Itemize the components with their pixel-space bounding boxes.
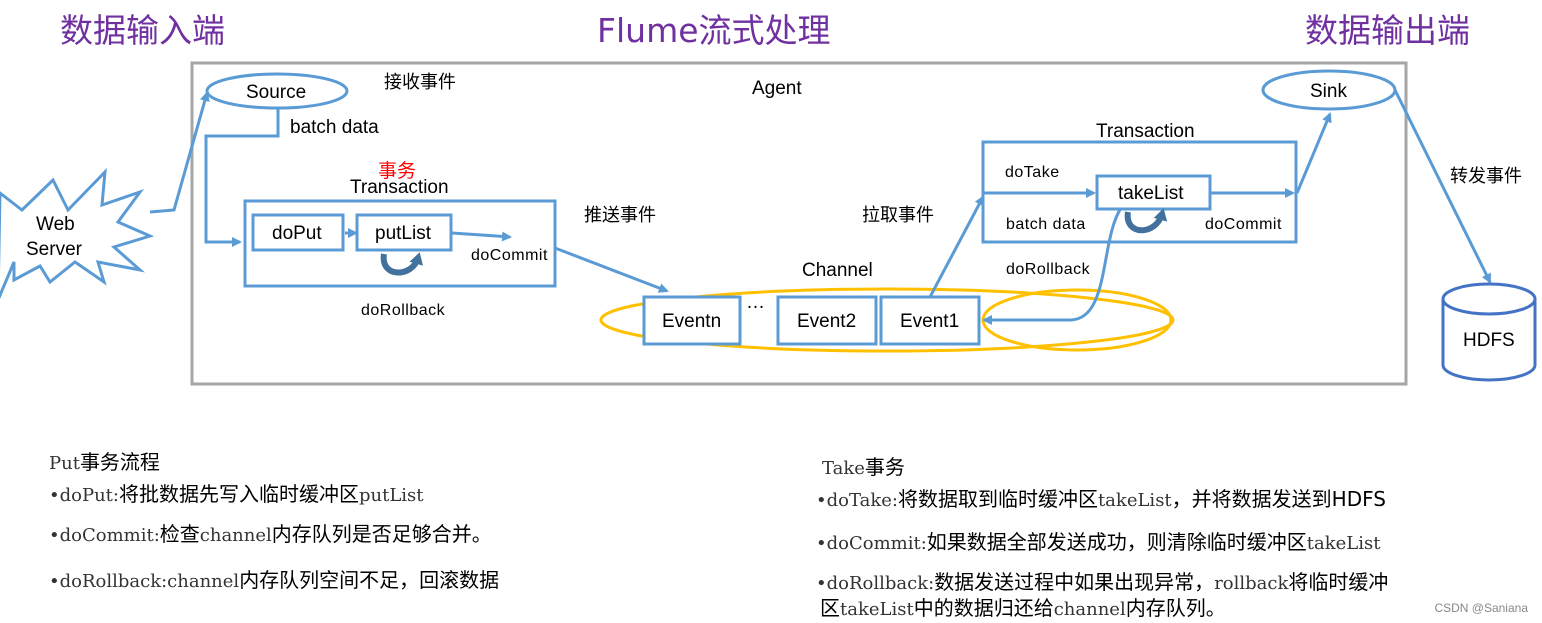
note-segment: 检查 <box>159 522 200 546</box>
putlist-commit-arrow <box>451 231 512 242</box>
note-segment: 事务流程 <box>79 450 160 474</box>
note-segment: •doCommit: <box>49 525 160 546</box>
events-ellipsis: … <box>746 292 765 313</box>
putlist-label: putList <box>375 223 432 244</box>
push-to-channel-arrow <box>554 246 669 293</box>
note-segment: rollback <box>1214 573 1289 594</box>
source-label: Source <box>246 82 306 103</box>
webserver-to-source-arrow <box>149 91 210 214</box>
note-segment: •doTake: <box>816 490 898 511</box>
pull-from-channel-arrow <box>928 195 985 298</box>
forward-events-label: 转发事件 <box>1450 166 1522 187</box>
putlist-loop-icon <box>380 252 423 276</box>
source-node: Source <box>205 72 349 110</box>
web-server-label-line1: Web <box>36 214 75 235</box>
note-segment: takeList <box>1306 533 1381 554</box>
note-segment: 将临时缓冲 <box>1288 570 1389 594</box>
take-docommit-label: doCommit <box>1205 216 1282 233</box>
take-note-dorollback-cont: 区takeList中的数据归还给channel内存队列。 <box>820 598 1226 619</box>
web-server-burst-icon <box>0 167 155 300</box>
note-segment: 中的数据归还给 <box>913 596 1054 620</box>
take-note-dorollback: •doRollback:数据发送过程中如果出现异常，rollback将临时缓冲 <box>816 572 1388 593</box>
hdfs-label: HDFS <box>1463 330 1515 351</box>
takelist-loop-icon <box>1124 208 1168 234</box>
input-side-title: 数据输入端 <box>60 11 225 50</box>
doput-label: doPut <box>272 223 322 244</box>
receive-events-label: 接收事件 <box>384 72 456 93</box>
put-transaction-title: Transaction <box>350 177 449 198</box>
watermark: CSDN @Saniana <box>1434 601 1528 615</box>
note-segment: Take <box>822 458 865 479</box>
note-segment: 将批数据先写入临时缓冲区 <box>118 482 359 506</box>
take-note-docommit: •doCommit:如果数据全部发送成功，则清除临时缓冲区takeList <box>816 532 1381 553</box>
hdfs-cylinder-top <box>1441 282 1537 316</box>
event-2-label: Event2 <box>797 311 856 332</box>
sink-label: Sink <box>1310 81 1347 102</box>
event-n-label: Eventn <box>662 311 721 332</box>
note-segment: takeList <box>1097 490 1172 511</box>
note-segment: •doPut: <box>49 485 119 506</box>
main-title: Flume流式处理 <box>597 11 831 50</box>
batch-data-label: batch data <box>290 117 379 138</box>
note-segment: Put <box>49 453 80 474</box>
pull-events-label: 拉取事件 <box>862 205 934 226</box>
event-1-label: Event1 <box>900 311 959 332</box>
note-segment: putList <box>358 485 424 506</box>
put-note-doput: •doPut:将批数据先写入临时缓冲区putList <box>49 484 424 505</box>
note-segment: •doCommit: <box>816 533 927 554</box>
take-dorollback-label: doRollback <box>1006 261 1091 278</box>
sink-node: Sink <box>1261 69 1397 111</box>
note-segment: takeList <box>840 599 914 620</box>
note-segment: 事务 <box>864 455 905 479</box>
commit-to-sink-arrow <box>1295 112 1332 194</box>
take-transaction: Transaction doTake takeList batch data d… <box>981 121 1298 278</box>
dotake-label: doTake <box>1005 164 1060 181</box>
take-transaction-title: Transaction <box>1096 121 1195 142</box>
note-segment: 区 <box>820 596 840 620</box>
note-segment: channel <box>199 525 272 546</box>
note-segment: 数据发送过程中如果出现异常， <box>934 570 1215 594</box>
put-dorollback-label: doRollback <box>361 302 446 319</box>
push-events-label: 推送事件 <box>584 205 656 226</box>
note-segment: •doRollback:channel <box>49 571 240 592</box>
put-transaction: 事务 Transaction doPut putList doCommit do… <box>243 160 557 319</box>
takelist-label: takeList <box>1118 183 1184 204</box>
take-notes-heading: Take事务 <box>822 457 905 478</box>
note-segment: 内存队列空间不足，回滚数据 <box>239 568 500 592</box>
put-notes-heading: Put事务流程 <box>49 452 160 473</box>
note-segment: 内存队列。 <box>1125 596 1226 620</box>
note-segment: 如果数据全部发送成功，则清除临时缓冲区 <box>926 530 1307 554</box>
hdfs-node: HDFS <box>1441 282 1537 382</box>
agent-label: Agent <box>752 78 802 99</box>
put-note-docommit: •doCommit:检查channel内存队列是否足够合并。 <box>49 524 492 545</box>
output-side-title: 数据输出端 <box>1305 11 1470 50</box>
note-segment: ，并将数据发送到HDFS <box>1171 487 1386 511</box>
note-segment: •doRollback: <box>816 573 935 594</box>
take-batch-data-label: batch data <box>1006 216 1086 233</box>
note-segment: channel <box>1053 599 1126 620</box>
take-note-dotake: •doTake:将数据取到临时缓冲区takeList，并将数据发送到HDFS <box>816 489 1386 510</box>
put-note-dorollback: •doRollback:channel内存队列空间不足，回滚数据 <box>49 570 499 591</box>
note-segment: 将数据取到临时缓冲区 <box>897 487 1098 511</box>
put-docommit-label: doCommit <box>471 247 548 264</box>
note-segment: 内存队列是否足够合并。 <box>271 522 492 546</box>
channel-label: Channel <box>802 260 873 281</box>
web-server-node: Web Server <box>0 167 155 300</box>
web-server-label-line2: Server <box>26 239 83 260</box>
